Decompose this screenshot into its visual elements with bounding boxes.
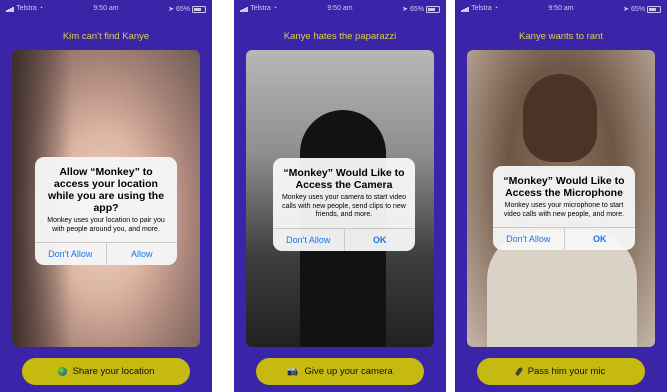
location-arrow-icon: ➤	[168, 6, 175, 13]
phone-screen-microphone: Telstra ◔ 9:50 am ➤ 65% Kanye wants to r…	[455, 0, 667, 392]
alert-message: Monkey uses your microphone to start vid…	[503, 202, 625, 218]
alert-actions: Don't Allow Allow	[35, 242, 177, 265]
ok-button[interactable]: OK	[563, 228, 636, 250]
battery-icon	[192, 5, 206, 13]
alert-title: “Monkey” Would Like to Access the Camera	[283, 167, 405, 191]
alert-actions: Don't Allow OK	[493, 227, 635, 250]
allow-button[interactable]: Allow	[105, 243, 178, 265]
give-up-camera-button[interactable]: 📷 Give up your camera	[256, 358, 424, 385]
alert-actions: Don't Allow OK	[273, 227, 416, 251]
alert-title: “Monkey” Would Like to Access the Microp…	[503, 175, 625, 199]
ok-button[interactable]: OK	[343, 228, 416, 251]
screen-title: Kanye wants to rant	[519, 31, 603, 42]
microphone-permission-alert: “Monkey” Would Like to Access the Microp…	[493, 166, 635, 250]
cta-label: Pass him your mic	[527, 366, 606, 377]
battery-indicator: ➤ 65%	[168, 5, 206, 13]
status-bar: Telstra ◔ 9:50 am ➤ 65%	[0, 5, 212, 17]
alert-message: Monkey uses your location to pair you wi…	[47, 217, 165, 233]
screen-title: Kanye hates the paparazzi	[283, 31, 397, 42]
status-bar: Telstra ◔ 9:50 am ➤ 65%	[455, 5, 667, 17]
cta-label: Give up your camera	[304, 366, 393, 377]
phone-screen-location: Telstra ◔ 9:50 am ➤ 65% Kim can't find K…	[0, 0, 212, 392]
battery-indicator: ➤ 65%	[623, 5, 661, 13]
location-arrow-icon: ➤	[402, 6, 409, 13]
phone-screen-camera: Telstra ◔ 9:50 am ➤ 65% Kanye hates the …	[234, 0, 446, 392]
cta-label: Share your location	[72, 366, 155, 377]
dont-allow-button[interactable]: Don't Allow	[273, 229, 344, 251]
battery-icon	[426, 5, 440, 13]
camera-icon: 📷	[287, 366, 299, 376]
battery-indicator: ➤ 65%	[402, 5, 440, 13]
alert-title: Allow “Monkey” to access your location w…	[47, 166, 165, 214]
globe-icon	[57, 367, 67, 376]
screen-title: Kim can't find Kanye	[62, 31, 150, 42]
share-location-button[interactable]: Share your location	[22, 358, 190, 385]
location-arrow-icon: ➤	[623, 6, 630, 13]
camera-permission-alert: “Monkey” Would Like to Access the Camera…	[273, 158, 415, 251]
pass-mic-button[interactable]: Pass him your mic	[477, 358, 645, 385]
alert-message: Monkey uses your camera to start video c…	[281, 194, 407, 218]
battery-icon	[647, 5, 661, 13]
microphone-icon	[514, 366, 523, 377]
location-permission-alert: Allow “Monkey” to access your location w…	[35, 157, 177, 265]
dont-allow-button[interactable]: Don't Allow	[493, 228, 564, 250]
status-bar: Telstra ◔ 9:50 am ➤ 65%	[234, 5, 446, 17]
dont-allow-button[interactable]: Don't Allow	[35, 243, 106, 265]
